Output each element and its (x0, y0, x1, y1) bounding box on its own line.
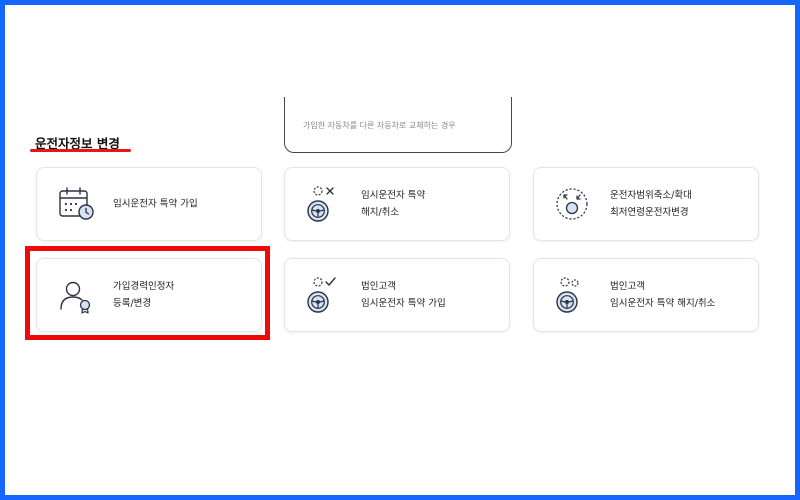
card-label-line2: 임시운전자 특약 해지/취소 (610, 298, 716, 309)
section-title-underline (30, 149, 131, 152)
card-label-line1: 임시운전자 특약 (361, 190, 426, 201)
steering-wheel-dots-icon (554, 275, 594, 315)
card-label: 임시운전자 특약 가입 (113, 196, 198, 213)
calendar-clock-icon (57, 184, 97, 224)
card-corporate-temp-driver-join[interactable]: 법인고객 임시운전자 특약 가입 (284, 258, 510, 332)
steering-wheel-check-icon (305, 275, 345, 315)
driver-range-icon (554, 184, 594, 224)
card-label-line2: 최저연령운전자변경 (610, 207, 689, 218)
car-replacement-card[interactable]: 가입한 자동차를 다른 자동차로 교체하는 경우 (284, 97, 512, 153)
card-label-line1: 임시운전자 특약 가입 (113, 198, 198, 210)
card-career-recognized-register[interactable]: 가입경력인정자 등록/변경 (36, 258, 262, 332)
card-temp-driver-cancel[interactable]: 임시운전자 특약 해지/취소 (284, 167, 510, 241)
card-driver-range-change[interactable]: 운전자범위축소/확대 최저연령운전자변경 (533, 167, 759, 241)
car-replacement-text: 가입한 자동차를 다른 자동차로 교체하는 경우 (303, 121, 456, 130)
card-label-line2: 등록/변경 (113, 298, 152, 309)
user-certificate-icon (57, 275, 97, 315)
card-label-line1: 법인고객 (361, 281, 396, 292)
card-label: 가입경력인정자 등록/변경 (113, 278, 174, 312)
card-label-line2: 임시운전자 특약 가입 (361, 298, 446, 309)
screenshot-frame: 가입한 자동차를 다른 자동차로 교체하는 경우 운전자정보 변경 임시운전자 … (0, 0, 800, 500)
card-label-line1: 가입경력인정자 (113, 281, 175, 292)
steering-wheel-remove-icon (305, 184, 345, 224)
card-label: 운전자범위축소/확대 최저연령운전자변경 (610, 187, 692, 221)
card-label-line1: 운전자범위축소/확대 (610, 190, 692, 201)
card-label-line1: 법인고객 (610, 281, 645, 292)
card-corporate-temp-driver-cancel[interactable]: 법인고객 임시운전자 특약 해지/취소 (533, 258, 759, 332)
card-label: 법인고객 임시운전자 특약 가입 (361, 278, 446, 312)
card-temp-driver-join[interactable]: 임시운전자 특약 가입 (36, 167, 262, 241)
card-label: 법인고객 임시운전자 특약 해지/취소 (610, 278, 715, 312)
card-label-line2: 해지/취소 (361, 207, 400, 218)
card-label: 임시운전자 특약 해지/취소 (361, 187, 425, 221)
